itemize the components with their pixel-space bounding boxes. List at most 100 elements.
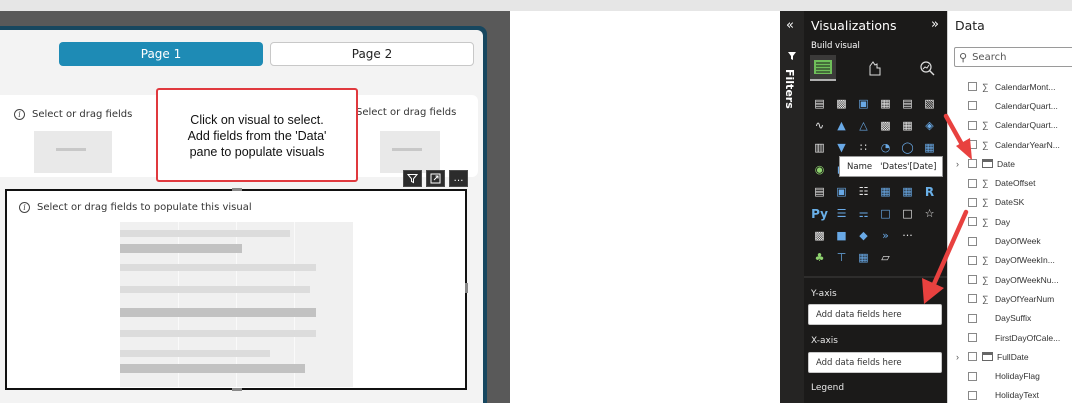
treemap-icon[interactable]: ▦	[921, 139, 938, 156]
custom-visual-1-icon[interactable]: ♣	[811, 249, 828, 266]
card-placeholder	[34, 131, 112, 173]
collapse-visualizations-icon[interactable]: »	[931, 17, 939, 32]
paginated-report-icon[interactable]: ▩	[811, 227, 828, 244]
selected-bar-chart-visual[interactable]: i Select or drag fields to populate this…	[5, 188, 468, 391]
focus-mode-icon[interactable]	[426, 170, 445, 187]
calendar-table-icon	[982, 159, 993, 169]
field-name: DateSK	[995, 197, 1025, 208]
custom-visual-3-icon[interactable]: ▦	[855, 249, 872, 266]
field-item[interactable]: DaySuffix	[968, 309, 1072, 328]
field-item[interactable]: ∑ CalendarQuart...	[968, 116, 1072, 135]
field-checkbox[interactable]	[968, 371, 977, 381]
decomposition-tree-icon[interactable]: ⚎	[855, 205, 872, 222]
visualizations-pane: Visualizations » Build visual ▤ ▩ ▣ ▦ ▤ …	[804, 11, 947, 403]
field-item[interactable]: ∑ DateOffset	[968, 173, 1072, 192]
field-checkbox[interactable]	[968, 333, 977, 342]
field-checkbox[interactable]	[968, 313, 977, 323]
field-item[interactable]: ∑ CalendarYearN...	[968, 135, 1072, 154]
field-checkbox[interactable]	[968, 101, 977, 111]
matrix-icon[interactable]: ▦	[899, 183, 916, 200]
clustered-bar-chart-icon[interactable]: ▣	[855, 95, 872, 112]
r-script-visual-icon[interactable]: R	[921, 183, 938, 200]
stacked-area-chart-icon[interactable]: △	[855, 117, 872, 134]
field-item[interactable]: ∑ DayOfWeekNu...	[968, 270, 1072, 289]
qna-icon[interactable]: □	[877, 205, 894, 222]
filters-label: Filters	[783, 69, 796, 109]
build-visual-tab-icon[interactable]	[810, 55, 836, 81]
visual-hint-row: i Select or drag fields to populate this…	[19, 202, 252, 213]
analytics-tab-icon[interactable]	[914, 55, 940, 81]
power-automate-icon[interactable]: ◆	[855, 227, 872, 244]
more-options-button[interactable]: …	[449, 170, 468, 187]
visual-hint-text: Select or drag fields to populate this v…	[37, 202, 252, 213]
filter-icon[interactable]	[403, 170, 422, 187]
field-item[interactable]: ∑ CalendarMont...	[968, 77, 1072, 96]
field-item[interactable]: › Date	[956, 154, 1072, 173]
100-stacked-column-chart-icon[interactable]: ▧	[921, 95, 938, 112]
page-2-button[interactable]: Page 2	[270, 42, 474, 66]
sigma-icon: ∑	[982, 293, 989, 304]
waterfall-chart-icon[interactable]: ▥	[811, 139, 828, 156]
field-item[interactable]: DayOfWeek	[968, 231, 1072, 250]
page-1-button[interactable]: Page 1	[59, 42, 263, 66]
field-checkbox[interactable]	[968, 352, 977, 362]
area-chart-icon[interactable]: ▲	[833, 117, 850, 134]
stacked-bar-chart-icon[interactable]: ▤	[811, 95, 828, 112]
format-visual-tab-icon[interactable]	[862, 55, 888, 81]
multi-row-card-icon[interactable]: ▤	[811, 183, 828, 200]
line-and-clustered-column-icon[interactable]: ▦	[899, 117, 916, 134]
power-apps-icon[interactable]: ■	[833, 227, 850, 244]
clustered-column-chart-icon[interactable]: ▦	[877, 95, 894, 112]
resize-handle-bottom[interactable]	[232, 388, 242, 391]
field-item[interactable]: › FullDate	[956, 347, 1072, 366]
card-hint-row: i Select or drag fields	[14, 109, 132, 120]
collapse-filters-icon[interactable]: «	[786, 18, 794, 33]
field-item[interactable]: ∑ Day	[968, 212, 1072, 231]
filters-pane-collapsed[interactable]: « Filters	[780, 11, 804, 403]
funnel-chart-icon[interactable]: ▼	[833, 139, 850, 156]
arrow-to-y-axis-well	[922, 209, 969, 304]
chevron-right-icon[interactable]: ›	[956, 352, 959, 362]
field-name: CalendarQuart...	[995, 100, 1058, 111]
map-icon[interactable]: ◉	[811, 161, 828, 178]
more-visuals-chevron-icon[interactable]: »	[877, 227, 894, 244]
card-hint-row: Select or drag fields	[356, 107, 456, 118]
resize-handle-right[interactable]	[465, 283, 468, 293]
field-name: DayOfWeekNu...	[995, 274, 1059, 285]
line-and-column-chart-icon[interactable]: ▩	[877, 117, 894, 134]
field-item[interactable]: ∑ DayOfYearNum	[968, 289, 1072, 308]
tooltip-value: 'Dates'[Date]	[880, 161, 937, 172]
field-item[interactable]: HolidayFlag	[968, 366, 1072, 385]
field-item[interactable]: HolidayText	[968, 386, 1072, 403]
field-item[interactable]: ∑ DayOfWeekIn...	[968, 251, 1072, 270]
field-checkbox[interactable]	[968, 197, 977, 207]
key-influencers-icon[interactable]: ☰	[833, 205, 850, 222]
pie-chart-icon[interactable]: ◔	[877, 139, 894, 156]
x-axis-drop-zone[interactable]: Add data fields here	[808, 352, 942, 373]
resize-handle-top[interactable]	[232, 188, 242, 191]
kpi-icon[interactable]: ▣	[833, 183, 850, 200]
100-stacked-bar-chart-icon[interactable]: ▤	[899, 95, 916, 112]
python-visual-icon[interactable]: Py	[811, 205, 828, 222]
field-item[interactable]: FirstDayOfCale...	[968, 328, 1072, 347]
table-icon[interactable]: ▦	[877, 183, 894, 200]
placeholder-bar	[120, 230, 290, 237]
field-checkbox[interactable]	[968, 82, 977, 92]
card-visual-right[interactable]: Select or drag fields	[350, 95, 478, 177]
stacked-column-chart-icon[interactable]: ▩	[833, 95, 850, 112]
slicer-icon[interactable]: ☷	[855, 183, 872, 200]
custom-visual-2-icon[interactable]: ⊤	[833, 249, 850, 266]
field-item[interactable]: CalendarQuart...	[968, 96, 1072, 115]
ribbon-chart-icon[interactable]: ◈	[921, 117, 938, 134]
search-icon: ⚲	[959, 50, 968, 64]
line-chart-icon[interactable]: ∿	[811, 117, 828, 134]
scatter-chart-icon[interactable]: ∷	[855, 139, 872, 156]
field-checkbox[interactable]	[968, 178, 977, 188]
visualizations-title: Visualizations	[811, 18, 897, 33]
data-search-input[interactable]: ⚲ Search	[954, 47, 1072, 67]
field-checkbox[interactable]	[968, 390, 977, 400]
custom-visual-4-icon[interactable]: ▱	[877, 249, 894, 266]
donut-chart-icon[interactable]: ◯	[899, 139, 916, 156]
placeholder-bar	[120, 330, 316, 337]
field-item[interactable]: ∑ DateSK	[968, 193, 1072, 212]
